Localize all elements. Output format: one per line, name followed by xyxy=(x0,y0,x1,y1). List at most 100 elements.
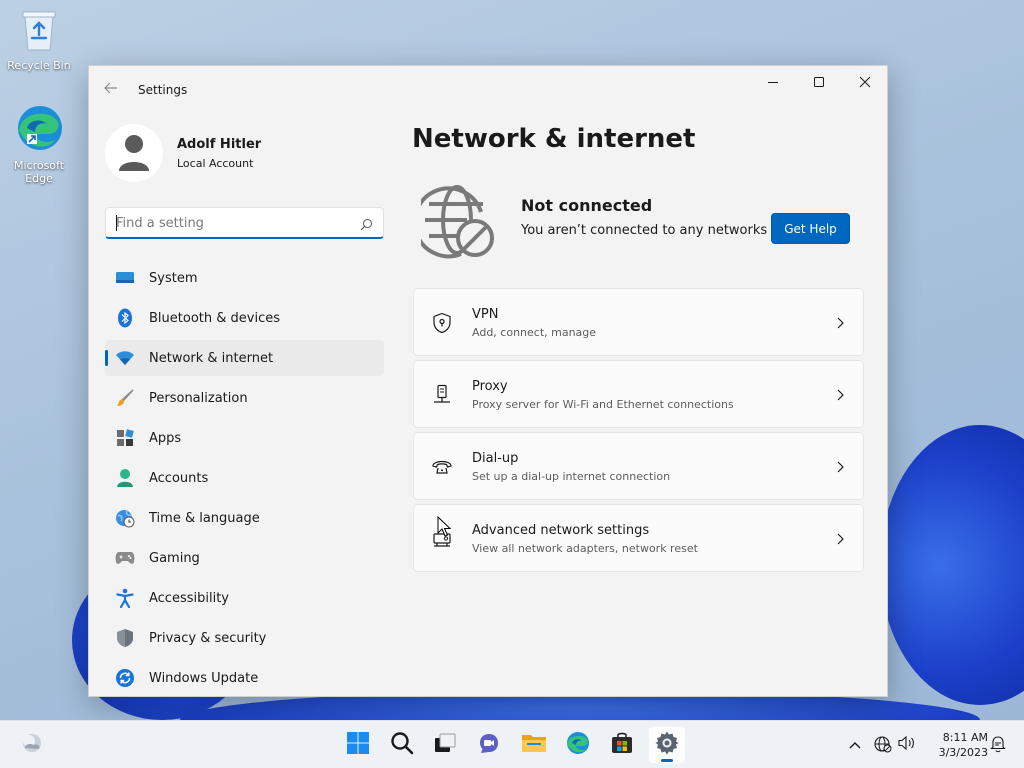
chevron-right-icon xyxy=(835,459,845,478)
settings-taskbar-button[interactable] xyxy=(649,727,685,763)
network-tray-button[interactable] xyxy=(873,735,893,757)
desktop-icon-label: Recycle Bin xyxy=(7,59,71,72)
gamepad-icon xyxy=(115,548,135,568)
card-title: VPN xyxy=(472,307,499,322)
task-view-button[interactable] xyxy=(427,727,463,763)
sidebar-item-label: Bluetooth & devices xyxy=(149,310,280,326)
gear-icon xyxy=(654,730,680,760)
windows-logo-icon xyxy=(346,731,370,759)
search-box[interactable] xyxy=(105,207,384,239)
proxy-icon xyxy=(430,383,454,407)
sidebar-item-apps[interactable]: Apps xyxy=(105,420,384,456)
avatar[interactable] xyxy=(105,124,163,182)
sidebar-item-time-language[interactable]: Time & language xyxy=(105,500,384,536)
mouse-cursor-icon xyxy=(437,515,452,542)
brush-icon xyxy=(115,388,135,408)
card-dial-up[interactable]: Dial-up Set up a dial-up internet connec… xyxy=(413,432,864,500)
system-icon xyxy=(115,268,135,288)
back-arrow-icon[interactable] xyxy=(103,80,123,100)
card-vpn[interactable]: VPN Add, connect, manage xyxy=(413,288,864,356)
sidebar-item-system[interactable]: System xyxy=(105,260,384,296)
sidebar-item-label: Network & internet xyxy=(149,350,274,366)
volume-tray-button[interactable] xyxy=(897,735,917,755)
sidebar-item-windows-update[interactable]: Windows Update xyxy=(105,660,384,696)
window-title: Settings xyxy=(138,83,188,97)
sidebar-item-label: Apps xyxy=(149,430,182,446)
close-icon xyxy=(859,73,871,92)
minimize-button[interactable] xyxy=(750,66,796,98)
bluetooth-icon xyxy=(115,308,135,328)
card-subtitle: Set up a dial-up internet connection xyxy=(472,470,671,483)
clock-time: 8:11 AM xyxy=(942,731,988,744)
close-button[interactable] xyxy=(842,66,887,98)
card-advanced-network-settings[interactable]: Advanced network settings View all netwo… xyxy=(413,504,864,572)
taskbar-search-button[interactable] xyxy=(384,727,420,763)
sidebar-item-label: Accounts xyxy=(149,470,209,486)
taskbar: 8:11 AM 3/3/2023 xyxy=(0,720,1024,768)
sidebar-item-accounts[interactable]: Accounts xyxy=(105,460,384,496)
taskbar-clock[interactable]: 8:11 AM 3/3/2023 xyxy=(924,730,988,760)
chevron-right-icon xyxy=(835,387,845,406)
user-name: Adolf Hitler xyxy=(177,137,262,152)
chevron-right-icon xyxy=(835,315,845,334)
text-caret xyxy=(116,215,117,231)
globe-disconnected-icon xyxy=(412,184,497,264)
weather-widget-icon xyxy=(19,732,45,758)
sidebar-item-accessibility[interactable]: Accessibility xyxy=(105,580,384,616)
chat-camera-icon xyxy=(477,731,501,759)
store-button[interactable] xyxy=(604,727,640,763)
notifications-button[interactable] xyxy=(988,735,1008,757)
search-icon[interactable] xyxy=(360,216,373,235)
account-type: Local Account xyxy=(177,157,254,170)
search-input[interactable] xyxy=(116,213,346,233)
wifi-icon xyxy=(115,348,135,368)
edge-icon xyxy=(1,104,77,155)
sidebar-item-label: Personalization xyxy=(149,390,248,406)
clock-globe-icon xyxy=(115,508,135,528)
settings-window: Settings Adolf Hitler Local Account Find… xyxy=(88,65,888,697)
file-explorer-button[interactable] xyxy=(516,727,552,763)
connection-status-subtitle: You aren’t connected to any networks xyxy=(521,223,768,238)
sidebar-item-label: Time & language xyxy=(149,510,260,526)
card-subtitle: Add, connect, manage xyxy=(472,326,597,339)
folder-icon xyxy=(521,732,547,758)
update-icon xyxy=(115,668,135,688)
widgets-button[interactable] xyxy=(14,727,50,763)
sidebar-item-bluetooth-devices[interactable]: Bluetooth & devices xyxy=(105,300,384,336)
clock-date: 3/3/2023 xyxy=(938,746,988,759)
sidebar-item-gaming[interactable]: Gaming xyxy=(105,540,384,576)
sidebar-item-personalization[interactable]: Personalization xyxy=(105,380,384,416)
sidebar-item-privacy-security[interactable]: Privacy & security xyxy=(105,620,384,656)
card-title: Proxy xyxy=(472,379,508,394)
start-button[interactable] xyxy=(340,727,376,763)
card-subtitle: Proxy server for Wi-Fi and Ethernet conn… xyxy=(472,398,734,411)
edge-icon xyxy=(566,731,590,759)
chat-button[interactable] xyxy=(471,727,507,763)
sidebar-item-label: System xyxy=(149,270,198,286)
sidebar-item-label: Privacy & security xyxy=(149,630,267,646)
card-proxy[interactable]: Proxy Proxy server for Wi-Fi and Etherne… xyxy=(413,360,864,428)
search-icon xyxy=(390,731,414,759)
sidebar-item-network-internet[interactable]: Network & internet xyxy=(105,340,384,376)
store-bag-icon xyxy=(610,731,634,759)
recycle-bin-icon xyxy=(1,8,77,55)
card-title: Advanced network settings xyxy=(472,523,650,538)
maximize-button[interactable] xyxy=(796,66,842,98)
show-hidden-icons-button[interactable] xyxy=(846,735,864,754)
user-silhouette-icon xyxy=(119,135,149,171)
dialup-phone-icon xyxy=(430,455,454,479)
edge-taskbar-button[interactable] xyxy=(560,727,596,763)
title-bar[interactable]: Settings xyxy=(89,66,887,114)
sidebar-item-label: Accessibility xyxy=(149,590,229,606)
maximize-icon xyxy=(813,73,825,92)
speaker-icon xyxy=(898,735,916,755)
globe-no-connection-icon xyxy=(874,735,892,757)
desktop-icon-recycle-bin[interactable]: Recycle Bin xyxy=(1,8,77,72)
page-title: Network & internet xyxy=(412,124,696,154)
settings-cards: VPN Add, connect, manage Proxy Proxy ser… xyxy=(413,288,864,576)
shield-icon xyxy=(115,628,135,648)
accessibility-icon xyxy=(115,588,135,608)
get-help-button[interactable]: Get Help xyxy=(771,213,850,244)
vpn-shield-icon xyxy=(430,311,454,335)
desktop-icon-microsoft-edge[interactable]: Microsoft Edge xyxy=(1,104,77,185)
